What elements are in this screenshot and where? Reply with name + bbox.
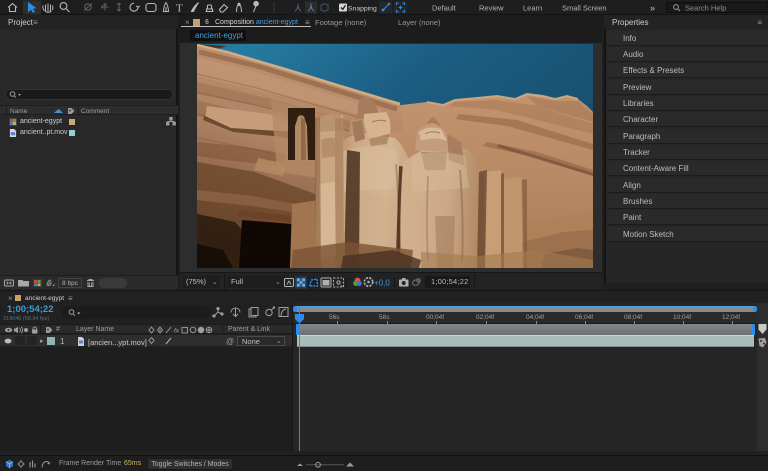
svg-text:Small Screen: Small Screen [562,4,607,13]
svg-text:T: T [176,3,183,15]
svg-text:+0,0: +0,0 [374,279,390,288]
svg-text:Snapping: Snapping [348,6,377,13]
svg-text:Default: Default [432,4,457,13]
svg-text:Review: Review [479,4,504,13]
svg-text:fx: fx [174,328,180,335]
svg-text:Learn: Learn [523,4,542,13]
svg-text:»: » [650,3,655,13]
svg-text:Search Help: Search Help [685,4,726,13]
